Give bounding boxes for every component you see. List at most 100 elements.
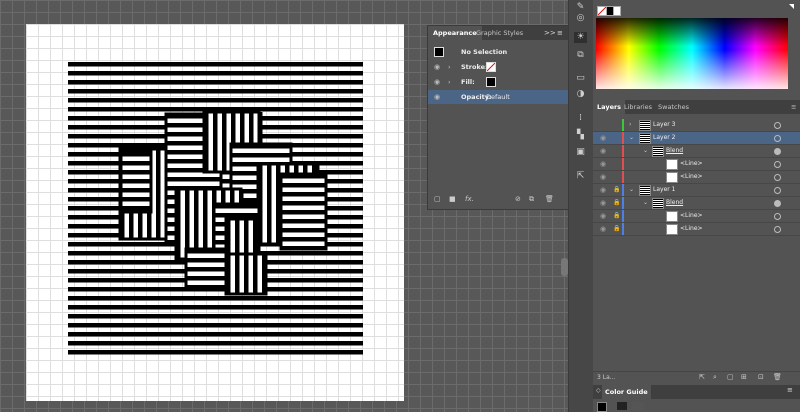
eye-icon[interactable]: ◉ bbox=[434, 94, 441, 101]
eye-icon[interactable]: ◉ bbox=[434, 79, 441, 86]
clipping-mask-icon[interactable]: ▢ bbox=[727, 373, 734, 381]
sun-icon[interactable]: ☀ bbox=[574, 32, 587, 43]
layer-row[interactable]: ◉ <Line> bbox=[593, 158, 800, 171]
add-stroke-icon[interactable]: ▢ bbox=[434, 194, 441, 204]
layer-name[interactable]: Layer 2 bbox=[653, 132, 675, 144]
chevron-down-icon[interactable]: ⌄ bbox=[629, 132, 634, 144]
eye-icon[interactable]: ◉ bbox=[600, 158, 606, 170]
layer-name[interactable]: Blend bbox=[666, 145, 683, 157]
brush-icon[interactable]: ✎ bbox=[574, 2, 587, 13]
gradient-icon[interactable]: ▭ bbox=[574, 73, 587, 84]
stripe bbox=[68, 89, 363, 94]
export-icon[interactable]: ⇱ bbox=[699, 373, 705, 381]
eye-icon[interactable]: ◉ bbox=[600, 223, 606, 235]
layer-row[interactable]: › Layer 3 bbox=[593, 119, 800, 132]
layer-count: 3 La... bbox=[597, 374, 616, 381]
chevron-down-icon[interactable]: ⌄ bbox=[643, 197, 648, 209]
eye-icon[interactable]: ◉ bbox=[600, 210, 606, 222]
canvas-workspace[interactable]: Appearance Graphic Styles >> ≡ No Select… bbox=[0, 0, 568, 412]
lock-icon[interactable]: 🔒 bbox=[613, 210, 620, 222]
layer-row[interactable]: ◉ 🔒 <Line> bbox=[593, 223, 800, 236]
new-layer-icon[interactable]: ⊡ bbox=[758, 373, 764, 381]
maze-stripe bbox=[156, 149, 161, 239]
tab-libraries[interactable]: Libraries bbox=[620, 100, 656, 114]
target-icon[interactable] bbox=[774, 161, 781, 168]
eye-icon[interactable]: ◉ bbox=[434, 64, 441, 71]
layer-name[interactable]: <Line> bbox=[680, 223, 703, 235]
stroke-swatch[interactable] bbox=[486, 62, 496, 72]
artboard[interactable] bbox=[26, 24, 404, 401]
transform-icon[interactable]: ⧉ bbox=[574, 50, 587, 61]
opacity-value[interactable]: Default bbox=[486, 90, 510, 104]
duplicate-item-icon[interactable]: ⧉ bbox=[529, 194, 534, 204]
pathfinder-icon[interactable]: ▚ bbox=[574, 130, 587, 141]
target-icon[interactable] bbox=[774, 213, 781, 220]
layer-name[interactable]: <Line> bbox=[680, 171, 703, 183]
lock-icon[interactable]: 🔒 bbox=[613, 223, 620, 235]
layer-name[interactable]: Layer 1 bbox=[653, 184, 675, 196]
trash-icon[interactable]: 🗑 bbox=[545, 194, 554, 204]
lock-icon[interactable]: 🔒 bbox=[613, 184, 620, 196]
opacity-row[interactable]: ◉ Opacity: Default bbox=[428, 90, 568, 104]
search-icon[interactable]: ⌕ bbox=[713, 373, 717, 382]
layer-row[interactable]: ◉ 🔒 <Line> bbox=[593, 210, 800, 223]
tab-swatches[interactable]: Swatches bbox=[654, 100, 693, 114]
stroke-row[interactable]: ◉ › Stroke: bbox=[428, 60, 568, 74]
layer-row[interactable]: ◉ 🔒 ⌄ Layer 1 bbox=[593, 184, 800, 197]
eye-icon[interactable]: ◉ bbox=[600, 197, 606, 209]
eye-icon[interactable]: ◎ bbox=[574, 13, 587, 24]
layer-name[interactable]: <Line> bbox=[680, 210, 703, 222]
symbols-icon[interactable]: ▣ bbox=[574, 147, 587, 158]
add-fill-icon[interactable]: ■ bbox=[449, 194, 456, 204]
maze-stripe bbox=[235, 219, 240, 254]
target-icon[interactable] bbox=[774, 148, 781, 155]
eye-icon[interactable]: ◉ bbox=[600, 145, 606, 157]
transparency-icon[interactable]: ◑ bbox=[574, 89, 587, 100]
fill-swatch[interactable] bbox=[486, 77, 496, 87]
tab-color-guide[interactable]: Color Guide bbox=[602, 385, 651, 399]
layer-name[interactable]: Blend bbox=[666, 197, 683, 209]
new-sublayer-icon[interactable]: ⊞ bbox=[741, 373, 747, 381]
target-icon[interactable] bbox=[774, 187, 781, 194]
layer-row[interactable]: ◉ ⌄ Layer 2 bbox=[593, 132, 800, 145]
chevron-right-icon[interactable]: › bbox=[448, 60, 451, 74]
collapse-panel-button[interactable]: >> bbox=[544, 26, 556, 40]
target-icon[interactable] bbox=[774, 226, 781, 233]
target-icon[interactable] bbox=[774, 122, 781, 129]
menu-icon[interactable]: ≡ bbox=[787, 386, 793, 394]
color-guide-swatch[interactable] bbox=[632, 402, 644, 410]
fill-row[interactable]: ◉ › Fill: bbox=[428, 75, 568, 89]
align-icon[interactable]: ⁞ bbox=[574, 113, 587, 124]
color-guide-swatches[interactable] bbox=[597, 402, 777, 412]
menu-icon[interactable]: ≡ bbox=[787, 100, 800, 114]
chevron-down-icon[interactable]: ⌄ bbox=[629, 184, 634, 196]
vertical-scrollbar[interactable] bbox=[561, 258, 568, 276]
color-guide-swatch[interactable] bbox=[597, 402, 607, 412]
eye-icon[interactable]: ◉ bbox=[600, 132, 606, 144]
target-icon[interactable] bbox=[774, 174, 781, 181]
layer-row[interactable]: ◉ <Line> bbox=[593, 171, 800, 184]
lock-icon[interactable]: 🔒 bbox=[613, 197, 620, 209]
clear-appearance-icon[interactable]: ⊘ bbox=[515, 194, 521, 204]
layer-row[interactable]: ◉ ⌄ Blend bbox=[593, 145, 800, 158]
layer-name[interactable]: Layer 3 bbox=[653, 119, 675, 131]
white-swatch[interactable] bbox=[613, 6, 621, 16]
target-icon[interactable] bbox=[774, 135, 781, 142]
chevron-right-icon[interactable]: › bbox=[448, 75, 451, 89]
color-spectrum[interactable] bbox=[596, 18, 788, 89]
eye-icon[interactable]: ◉ bbox=[600, 171, 606, 183]
trash-icon[interactable]: 🗑 bbox=[773, 373, 782, 381]
color-guide-swatch[interactable] bbox=[617, 402, 627, 410]
fx-icon[interactable]: fx. bbox=[465, 194, 474, 204]
chevron-right-icon[interactable]: › bbox=[629, 119, 631, 131]
layer-row[interactable]: ◉ 🔒 ⌄ Blend bbox=[593, 197, 800, 210]
maze-stripe bbox=[281, 219, 326, 224]
menu-icon[interactable]: ≡ bbox=[557, 26, 563, 40]
chevron-down-icon[interactable]: ⌄ bbox=[643, 145, 648, 157]
tab-graphic-styles[interactable]: Graphic Styles bbox=[471, 26, 528, 40]
eye-icon[interactable]: ◉ bbox=[600, 184, 606, 196]
layer-name[interactable]: <Line> bbox=[680, 158, 703, 170]
collapse-icon[interactable]: ◇ bbox=[596, 387, 601, 394]
export-icon[interactable]: ⇱ bbox=[574, 171, 587, 182]
target-icon[interactable] bbox=[774, 200, 781, 207]
